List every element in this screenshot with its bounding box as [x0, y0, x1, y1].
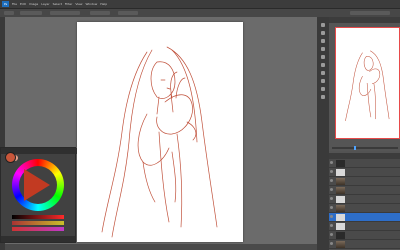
app-logo: Ps: [2, 1, 9, 7]
visibility-eye-icon[interactable]: [330, 179, 333, 182]
visibility-eye-icon[interactable]: [330, 188, 333, 191]
channels-icon[interactable]: [321, 79, 325, 83]
tool-preset-picker[interactable]: [4, 11, 14, 15]
green-slider[interactable]: [12, 221, 64, 225]
layer-row-selected[interactable]: [329, 213, 400, 222]
document-canvas[interactable]: [77, 22, 243, 242]
layer-thumbnail: [336, 196, 345, 203]
menu-layer[interactable]: Layer: [41, 2, 49, 6]
adjustments-icon[interactable]: [321, 63, 325, 67]
layer-thumbnail: [336, 178, 345, 185]
navigator-view-box[interactable]: [335, 27, 400, 139]
actions-icon[interactable]: [321, 31, 325, 35]
layer-row[interactable]: [329, 186, 400, 195]
visibility-eye-icon[interactable]: [330, 197, 333, 200]
layer-row[interactable]: [329, 177, 400, 186]
menu-file[interactable]: File: [12, 2, 17, 6]
workspace-switcher[interactable]: [350, 11, 390, 15]
right-dock: [329, 17, 400, 250]
menu-view[interactable]: View: [75, 2, 82, 6]
layer-thumbnail: [336, 187, 345, 194]
layer-row[interactable]: [329, 222, 400, 231]
layer-thumbnail: [336, 223, 345, 230]
navigator-preview[interactable]: [329, 23, 400, 151]
visibility-eye-icon[interactable]: [330, 170, 333, 173]
layer-row[interactable]: [329, 231, 400, 240]
visibility-eye-icon[interactable]: [330, 242, 333, 245]
zoom-slider-knob[interactable]: [354, 146, 356, 150]
layer-row[interactable]: [329, 195, 400, 204]
brush-icon[interactable]: [321, 39, 325, 43]
menu-edit[interactable]: Edit: [20, 2, 26, 6]
layer-thumbnail: [336, 205, 345, 212]
blue-slider-row: [4, 227, 68, 231]
current-color-swatch[interactable]: [5, 152, 16, 163]
layer-row[interactable]: [329, 168, 400, 177]
history-icon[interactable]: [321, 23, 325, 27]
brush-size-field[interactable]: [20, 11, 42, 15]
layer-row[interactable]: [329, 204, 400, 213]
mode-select[interactable]: [50, 11, 80, 15]
zoom-slider[interactable]: [332, 146, 398, 150]
layer-thumbnail: [336, 232, 345, 239]
red-slider[interactable]: [12, 215, 64, 219]
layer-row[interactable]: [329, 159, 400, 168]
opacity-field[interactable]: [90, 11, 110, 15]
color-panel: [0, 147, 77, 243]
green-slider-row: [4, 221, 68, 225]
visibility-eye-icon[interactable]: [330, 161, 333, 164]
visibility-eye-icon[interactable]: [330, 233, 333, 236]
paths-icon[interactable]: [321, 87, 325, 91]
status-bar: [5, 244, 317, 250]
layer-thumbnail: [336, 241, 345, 248]
menu-image[interactable]: Image: [29, 2, 38, 6]
menu-bar: Ps File Edit Image Layer Select Filter V…: [0, 0, 400, 9]
menu-select[interactable]: Select: [53, 2, 62, 6]
swatches-icon[interactable]: [321, 47, 325, 51]
menu-help[interactable]: Help: [100, 2, 107, 6]
layer-row[interactable]: [329, 240, 400, 249]
red-slider-row: [4, 215, 68, 219]
masks-icon[interactable]: [321, 71, 325, 75]
blue-slider[interactable]: [12, 227, 64, 231]
saturation-value-triangle[interactable]: [24, 169, 50, 201]
flow-field[interactable]: [118, 11, 138, 15]
info-icon[interactable]: [321, 95, 325, 99]
visibility-eye-icon[interactable]: [330, 224, 333, 227]
panel-icon-strip: [317, 17, 329, 250]
layer-thumbnail: [336, 214, 345, 221]
color-panel-footer: [1, 236, 75, 242]
color-wheel[interactable]: [12, 159, 64, 211]
styles-icon[interactable]: [321, 55, 325, 59]
layer-thumbnail: [336, 169, 345, 176]
visibility-eye-icon[interactable]: [330, 206, 333, 209]
visibility-eye-icon[interactable]: [330, 215, 333, 218]
sketch-drawing: [101, 46, 218, 238]
layer-thumbnail: [336, 160, 345, 167]
menu-filter[interactable]: Filter: [65, 2, 72, 6]
navigator-thumbnail: [345, 50, 390, 121]
menu-window[interactable]: Window: [85, 2, 97, 6]
